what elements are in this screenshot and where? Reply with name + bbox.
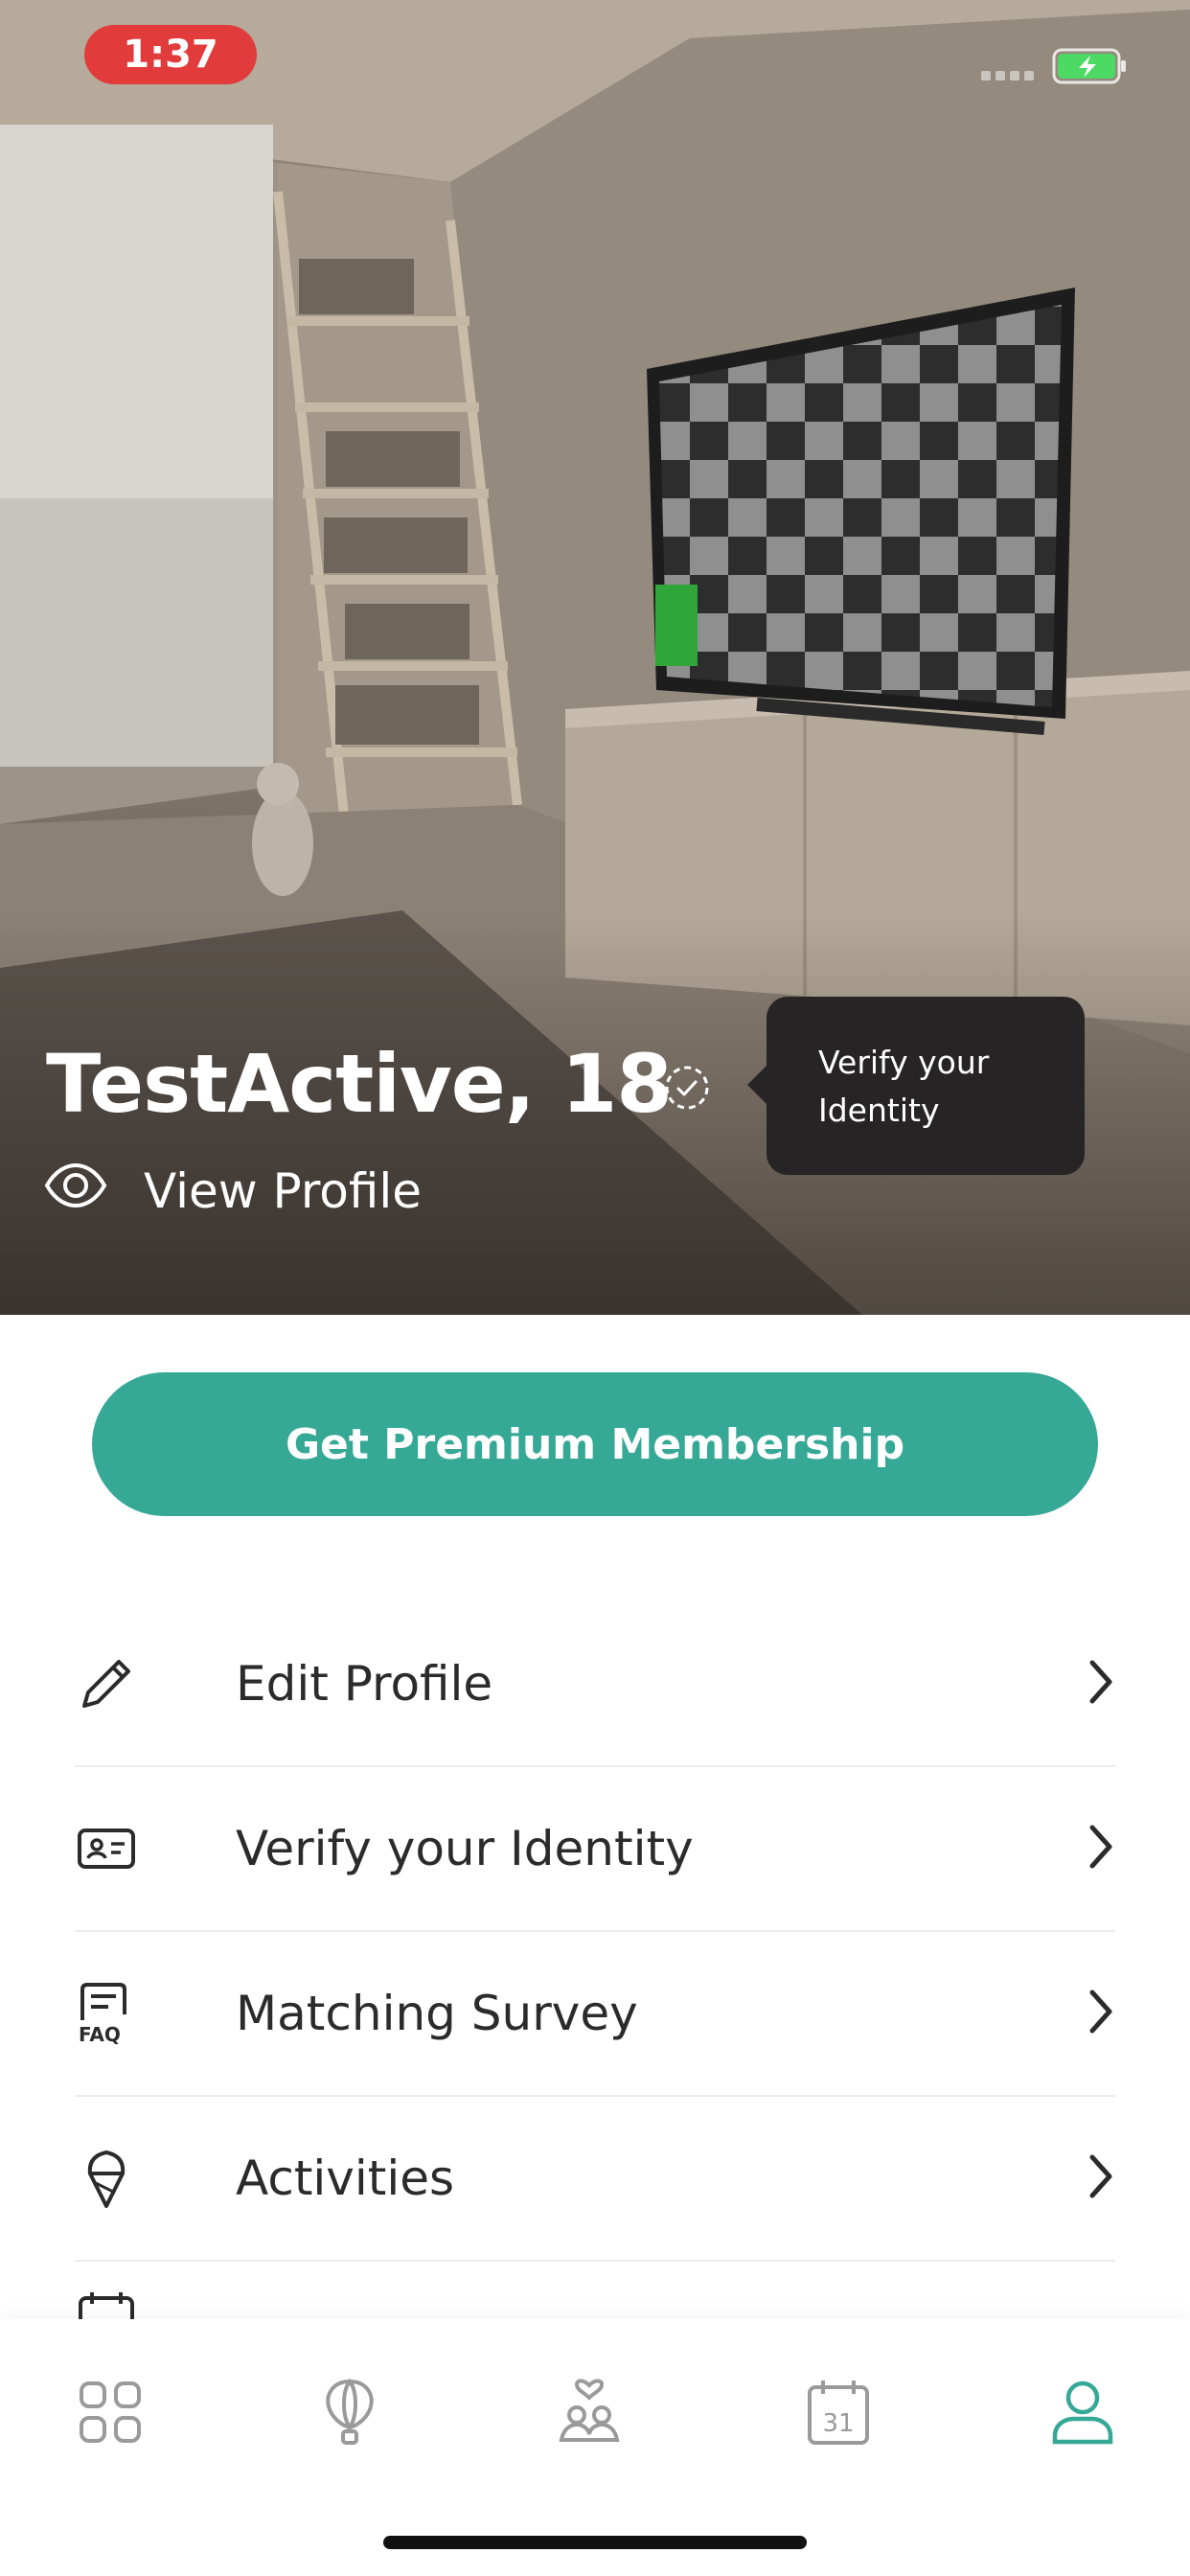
- balloon-icon: [321, 2378, 378, 2450]
- calendar-icon: 31: [806, 2378, 871, 2450]
- menu-item-label: Verify your Identity: [236, 1821, 694, 1876]
- menu-item-label: Activities: [236, 2150, 455, 2206]
- settings-menu: Edit Profile Verify your Identity FAQ Ma…: [75, 1602, 1115, 2319]
- home-indicator: [383, 2536, 807, 2549]
- menu-item-activities[interactable]: Activities: [75, 2097, 1115, 2262]
- chevron-right-icon: [1087, 1822, 1115, 1875]
- verify-badge-icon[interactable]: [663, 1064, 711, 1116]
- people-heart-icon: [556, 2379, 623, 2450]
- tab-calendar[interactable]: 31: [795, 2371, 881, 2457]
- menu-item-label: Edit Profile: [236, 1656, 493, 1712]
- tab-home[interactable]: [67, 2371, 153, 2457]
- tab-profile[interactable]: [1040, 2371, 1126, 2457]
- calendar-icon: [75, 2290, 138, 2319]
- ice-cream-icon: [75, 2147, 138, 2210]
- svg-text:FAQ: FAQ: [79, 2023, 121, 2045]
- eye-icon: [44, 1162, 107, 1220]
- menu-item-calendar[interactable]: [75, 2262, 1115, 2319]
- calendar-date: 31: [822, 2409, 854, 2438]
- tab-matches[interactable]: [546, 2371, 632, 2457]
- status-time: 1:37: [84, 25, 257, 84]
- profile-name-age: TestActive, 18: [46, 1037, 673, 1131]
- user-icon: [1051, 2379, 1114, 2450]
- tooltip-text: Verify your Identity: [818, 1044, 990, 1129]
- grid-icon: [76, 2378, 145, 2450]
- faq-form-icon: FAQ: [75, 1982, 138, 2045]
- signal-indicator: [981, 71, 1034, 80]
- get-premium-button[interactable]: Get Premium Membership: [92, 1372, 1098, 1516]
- id-card-icon: [75, 1817, 138, 1880]
- pencil-icon: [75, 1652, 138, 1715]
- view-profile-label: View Profile: [144, 1163, 423, 1219]
- verify-tooltip[interactable]: Verify your Identity: [747, 997, 1085, 1175]
- view-profile-link[interactable]: View Profile: [44, 1160, 422, 1223]
- battery-icon: [1052, 48, 1129, 88]
- chevron-right-icon: [1087, 2151, 1115, 2205]
- tab-explore[interactable]: [307, 2371, 393, 2457]
- chevron-right-icon: [1087, 1987, 1115, 2040]
- menu-item-label: Matching Survey: [236, 1986, 638, 2041]
- chevron-right-icon: [1087, 1657, 1115, 1711]
- menu-item-edit-profile[interactable]: Edit Profile: [75, 1602, 1115, 1767]
- menu-item-matching-survey[interactable]: FAQ Matching Survey: [75, 1932, 1115, 2097]
- menu-item-verify-identity[interactable]: Verify your Identity: [75, 1767, 1115, 1932]
